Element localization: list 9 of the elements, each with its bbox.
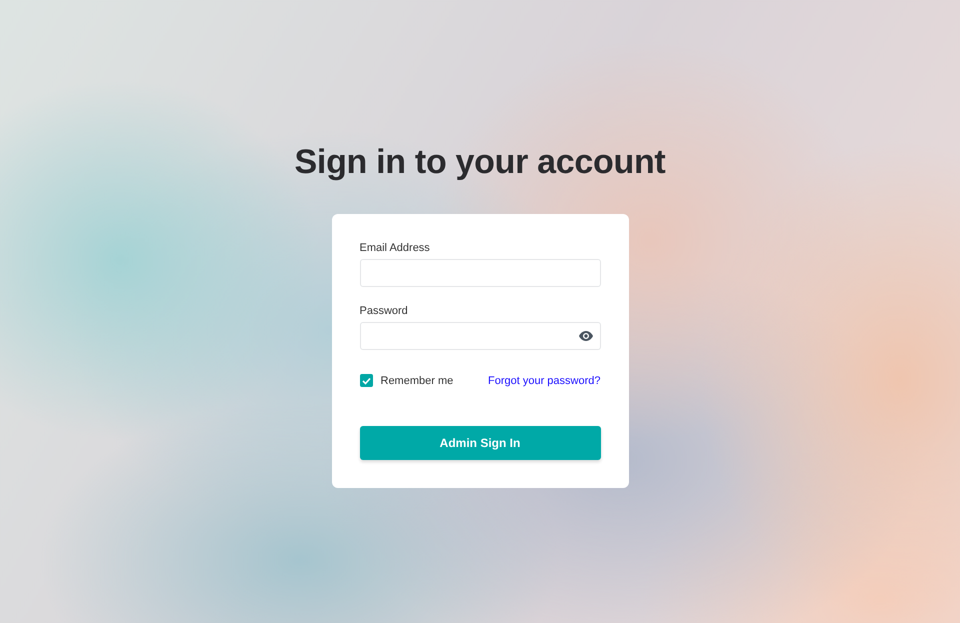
forgot-password-link[interactable]: Forgot your password? bbox=[488, 374, 600, 386]
field-label: Email Address bbox=[360, 242, 430, 254]
password-field[interactable] bbox=[360, 322, 600, 350]
eye-icon[interactable] bbox=[578, 331, 592, 341]
email-field[interactable] bbox=[360, 259, 600, 287]
checkbox[interactable] bbox=[360, 374, 372, 387]
page-title: Sign in to your account bbox=[294, 142, 666, 183]
field-label: Password bbox=[360, 305, 408, 317]
checkbox-label: Remember me bbox=[380, 374, 454, 386]
